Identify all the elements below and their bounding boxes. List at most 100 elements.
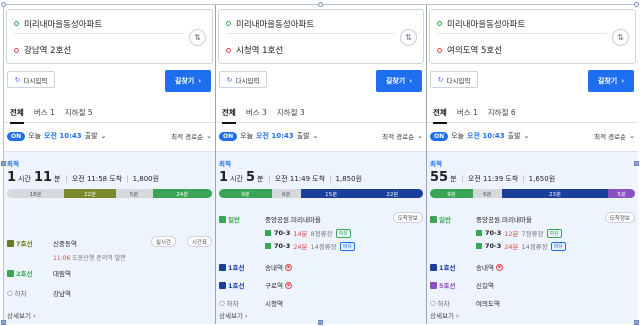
detail-link[interactable]: 상세보기 › (219, 310, 248, 320)
timetable-button[interactable]: 시간표 (186, 236, 212, 247)
depart-time[interactable]: 오전 10:43 (467, 131, 505, 141)
tab-subway[interactable]: 지하철 5 (65, 103, 93, 123)
chevron-right-icon: › (409, 77, 413, 85)
reset-button[interactable]: ↻ 다시입력 (7, 71, 55, 88)
on-toggle[interactable]: ON (430, 131, 449, 141)
depart-time[interactable]: 오전 10:43 (44, 131, 82, 141)
sort-select[interactable]: 최적 경로순 (594, 131, 626, 141)
sort-select[interactable]: 최적 경로순 (171, 131, 203, 141)
reset-button[interactable]: ↻ 다시입력 (219, 71, 267, 88)
route-panel-2: 미리내마을동성아파트 시청역 1호선 ⇅ ↻ 다시입력 길찾기 › 전체 버스 … (215, 5, 426, 324)
start-location-row[interactable]: 미리내마을동성아파트 (14, 14, 184, 34)
chevron-down-icon[interactable]: ⌄ (417, 132, 423, 140)
chevron-down-icon[interactable]: ⌄ (313, 132, 319, 140)
chevron-down-icon[interactable]: ⌄ (206, 132, 212, 140)
chevron-down-icon[interactable]: ⌄ (101, 132, 107, 140)
tab-bus[interactable]: 버스 1 (34, 103, 55, 123)
resize-handle-icon[interactable] (318, 2, 323, 7)
depart-time[interactable]: 오전 10:43 (256, 131, 294, 141)
duration-minutes: 5 (245, 170, 255, 185)
tab-subway[interactable]: 지하철 6 (488, 103, 516, 123)
chevron-down-icon[interactable]: ⌄ (524, 132, 530, 140)
resize-handle-icon[interactable] (1, 2, 6, 7)
start-dot-icon (437, 21, 442, 26)
find-label: 길찾기 (174, 77, 195, 85)
bus-icon (430, 215, 437, 223)
step-row: ○ 하차 여의도역 (430, 296, 635, 310)
bar-segment: 9분 (219, 189, 273, 198)
resize-handle-icon[interactable] (634, 161, 639, 166)
resize-handle-icon[interactable] (634, 2, 639, 7)
end-location-row[interactable]: 여의도역 5호선 (437, 40, 607, 60)
search-box: 미리내마을동성아파트 여의도역 5호선 ⇅ (429, 9, 636, 64)
bar-segment: 22분 (361, 189, 423, 198)
tab-subway[interactable]: 지하철 3 (277, 103, 305, 123)
detail-link[interactable]: 상세보기 › (7, 310, 36, 320)
tab-all[interactable]: 전체 (10, 103, 24, 124)
step-mode: ○ 하차 (7, 289, 27, 298)
start-location-row[interactable]: 미리내마을동성아파트 (226, 14, 395, 34)
reset-label: 다시입력 (235, 76, 260, 85)
status-badge: 여유 (550, 241, 566, 251)
resize-handle-icon[interactable] (318, 320, 323, 325)
search-box: 미리내마을동성아파트 시청역 1호선 ⇅ (218, 9, 424, 64)
tab-all[interactable]: 전체 (222, 103, 236, 124)
end-location-row[interactable]: 강남역 2호선 (14, 40, 184, 60)
step-place: 여의도역 (476, 300, 500, 308)
swap-icon[interactable]: ⇅ (400, 29, 417, 46)
bar-segment: 24분 (152, 189, 212, 198)
arrival-info-button[interactable]: 도착정보 (392, 212, 423, 223)
tab-bus[interactable]: 버스 3 (246, 103, 267, 123)
today-label: 오늘 (451, 132, 465, 140)
find-route-button[interactable]: 길찾기 › (165, 70, 211, 92)
find-route-button[interactable]: 길찾기 › (588, 70, 634, 92)
mic-icon[interactable]: ◉ (495, 263, 503, 271)
bus-arrival: 70-3 14분 8정류장 여유 (265, 228, 351, 238)
step-place: 송내역 (265, 264, 283, 272)
mic-icon[interactable]: ◉ (284, 281, 292, 289)
mic-icon[interactable]: ◉ (284, 263, 292, 271)
start-location: 미리내마을동성아파트 (236, 19, 315, 30)
tab-bus[interactable]: 버스 1 (457, 103, 478, 123)
duration-hours: 1 (219, 170, 229, 185)
start-location: 미리내마을동성아파트 (24, 19, 103, 30)
reset-button[interactable]: ↻ 다시입력 (430, 71, 478, 88)
on-toggle[interactable]: ON (7, 131, 26, 141)
refresh-icon: ↻ (437, 75, 444, 84)
departure-option-row: ON 오늘 오전 10:43 출발 ⌄ 최적 경로순 ⌄ (430, 129, 635, 143)
step-mode: ○ 하차 (430, 299, 450, 308)
on-toggle[interactable]: ON (219, 131, 238, 141)
chevron-down-icon[interactable]: ⌄ (629, 132, 635, 140)
bar-segment: 15분 (300, 189, 362, 198)
duration-line: 1 시간 11 분 | 오전 11:58 도착 | 1,800원 (7, 170, 160, 185)
find-route-button[interactable]: 길찾기 › (376, 70, 422, 92)
departure-option-row: ON 오늘 오전 10:43 출발 ⌄ 최적 경로순 ⌄ (7, 129, 212, 143)
resize-handle-icon[interactable] (1, 161, 6, 166)
start-location-row[interactable]: 미리내마을동성아파트 (437, 14, 607, 34)
minutes-unit: 분 (256, 175, 264, 183)
fare: 1,650원 (528, 175, 556, 183)
route-result[interactable]: 최적 55 분 | 오전 11:39 도착 | 1,650원 9분 6분 23분… (427, 151, 638, 324)
today-label: 오늘 (240, 132, 254, 140)
route-result[interactable]: 최적 1 시간 11 분 | 오전 11:58 도착 | 1,800원 18분 … (4, 151, 215, 324)
sort-select[interactable]: 최적 경로순 (382, 131, 414, 141)
end-location-row[interactable]: 시청역 1호선 (226, 40, 395, 60)
detail-link[interactable]: 상세보기 › (430, 310, 459, 320)
step-mode: 일반 (430, 214, 462, 224)
dropoff-icon: ○ (219, 299, 225, 307)
bar-segment: 22분 (64, 189, 116, 198)
chevron-right-icon: › (621, 77, 625, 85)
tab-all[interactable]: 전체 (433, 103, 447, 124)
step-mode: ○ 하차 (219, 299, 239, 308)
swap-icon[interactable]: ⇅ (612, 29, 629, 46)
bus-icon (265, 230, 271, 236)
swap-icon[interactable]: ⇅ (189, 29, 206, 46)
realtime-button[interactable]: 실시간 (150, 236, 176, 247)
resize-handle-icon[interactable] (1, 320, 6, 325)
route-result[interactable]: 최적 1 시간 5 분 | 오전 11:49 도착 | 1,850원 9분 6분… (216, 151, 426, 324)
arrival-info-button[interactable]: 도착정보 (604, 212, 635, 223)
resize-handle-icon[interactable] (634, 320, 639, 325)
subway-icon (7, 269, 14, 277)
find-label: 길찾기 (385, 77, 406, 85)
step-place: 신길역 (476, 282, 494, 290)
